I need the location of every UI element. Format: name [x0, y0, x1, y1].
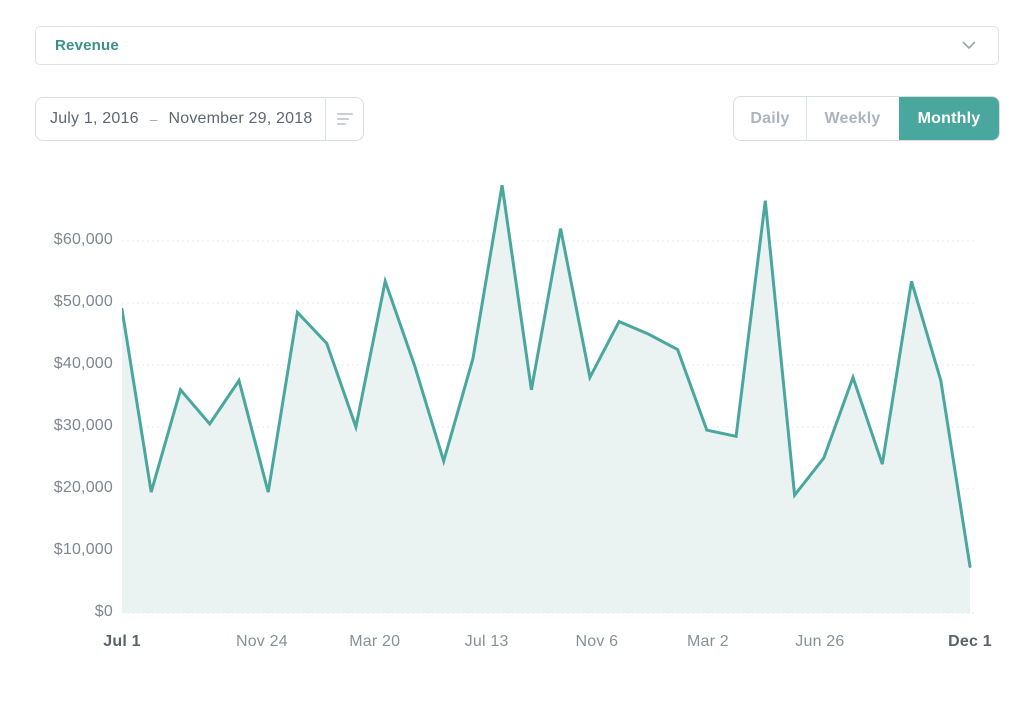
y-axis-label: $0: [0, 603, 113, 621]
y-axis-label: $50,000: [0, 293, 113, 311]
y-axis-label: $60,000: [0, 231, 113, 249]
menu-lines-icon: [337, 113, 353, 125]
y-axis-label: $10,000: [0, 541, 113, 559]
y-axis-label: $40,000: [0, 355, 113, 373]
tab-weekly[interactable]: Weekly: [806, 97, 898, 140]
metric-select[interactable]: Revenue: [35, 26, 999, 65]
revenue-chart-plot[interactable]: [122, 170, 976, 620]
x-axis-label: Jun 26: [760, 633, 880, 651]
tab-monthly[interactable]: Monthly: [899, 97, 999, 140]
date-presets-button[interactable]: [326, 98, 363, 140]
date-range-separator: –: [150, 111, 158, 127]
chevron-down-icon: [962, 41, 976, 50]
date-range-start[interactable]: July 1, 2016: [36, 110, 139, 128]
date-range-end[interactable]: November 29, 2018: [168, 110, 312, 128]
metric-select-value: Revenue: [55, 37, 119, 54]
x-axis-label: Mar 20: [315, 633, 435, 651]
x-axis-label: Mar 2: [648, 633, 768, 651]
y-axis-label: $20,000: [0, 479, 113, 497]
date-range-picker[interactable]: July 1, 2016 – November 29, 2018: [35, 97, 364, 141]
x-axis-label: Jul 13: [427, 633, 547, 651]
y-axis-label: $30,000: [0, 417, 113, 435]
tab-daily[interactable]: Daily: [734, 97, 806, 140]
revenue-dashboard: Revenue July 1, 2016 – November 29, 2018…: [0, 0, 1024, 703]
revenue-area-fill: [122, 185, 970, 613]
x-axis-label: Nov 6: [537, 633, 657, 651]
x-axis-label: Nov 24: [202, 633, 322, 651]
x-axis-label: Jul 1: [62, 633, 182, 651]
granularity-toggle: Daily Weekly Monthly: [733, 96, 1000, 141]
x-axis-label: Dec 1: [910, 633, 1024, 651]
